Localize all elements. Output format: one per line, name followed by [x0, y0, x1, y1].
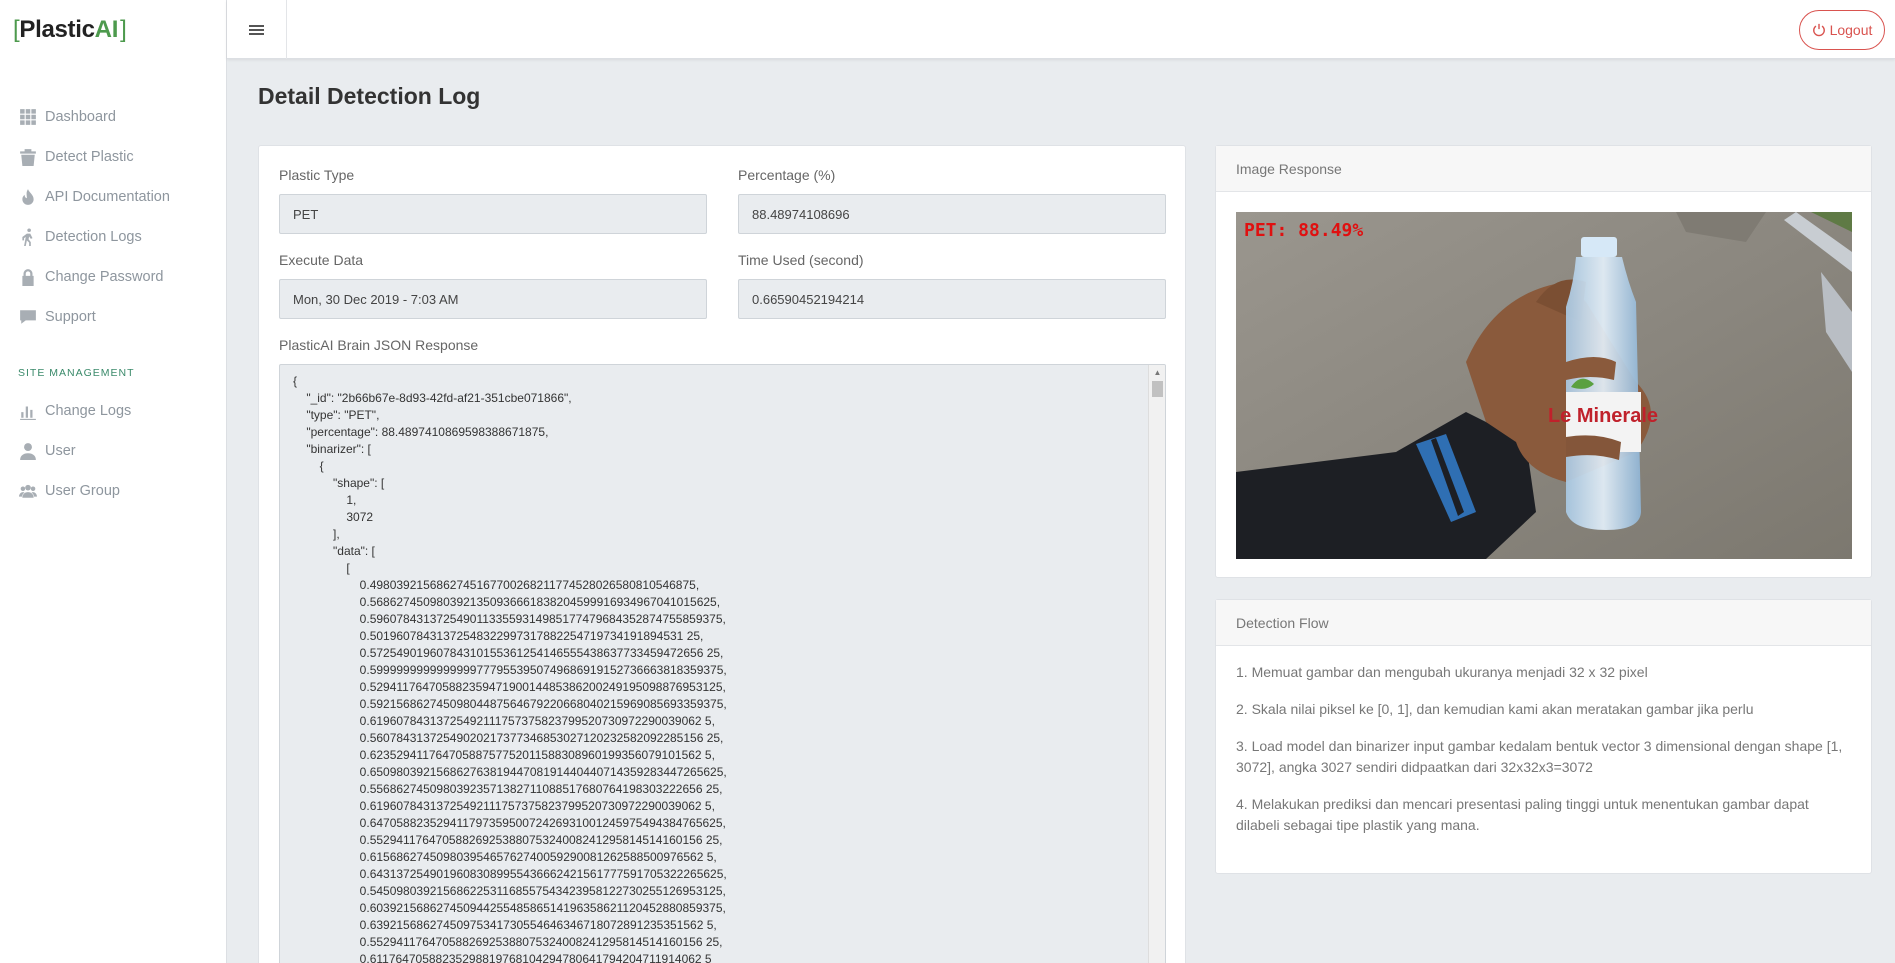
percentage-field[interactable]: 88.48974108696	[738, 194, 1166, 234]
scroll-up-icon[interactable]: ▲	[1149, 365, 1165, 379]
brand-ai: AI	[94, 15, 119, 43]
user-icon	[19, 442, 45, 460]
sidebar-item-user-group[interactable]: User Group	[0, 471, 226, 511]
sidebar-item-label: Support	[45, 309, 96, 325]
walking-icon	[19, 228, 45, 246]
execute-data-label: Execute Data	[279, 252, 364, 268]
comment-icon	[19, 308, 45, 326]
logout-label: Logout	[1829, 22, 1873, 38]
sidebar-item-label: API Documentation	[45, 189, 170, 205]
prediction-overlay: PET: 88.49%	[1244, 220, 1364, 241]
brand-bracket-close: ]	[120, 15, 127, 43]
scroll-thumb[interactable]	[1151, 381, 1163, 397]
image-response-title: Image Response	[1216, 146, 1871, 192]
sidebar-item-change-password[interactable]: Change Password	[0, 257, 226, 297]
sidebar-item-label: Detect Plastic	[45, 149, 134, 165]
execute-data-field[interactable]: Mon, 30 Dec 2019 - 7:03 AM	[279, 279, 707, 319]
topbar: Logout	[227, 0, 1895, 59]
sidebar: [ Plastic AI ] Dashboard Detect Plastic A…	[0, 0, 227, 963]
sidebar-item-dashboard[interactable]: Dashboard	[0, 97, 226, 137]
detection-flow-title: Detection Flow	[1216, 600, 1871, 646]
sidebar-item-detect-plastic[interactable]: Detect Plastic	[0, 137, 226, 177]
bar-chart-icon	[19, 402, 45, 420]
power-icon	[1812, 23, 1825, 37]
plastic-type-label: Plastic Type	[279, 167, 355, 183]
json-response-text: { "_id": "2b66b67e-8d93-42fd-af21-351cbe…	[293, 374, 727, 963]
bottle-brand-text: Le Minerale	[1548, 405, 1658, 427]
sidebar-item-user[interactable]: User	[0, 431, 226, 471]
users-icon	[19, 482, 45, 500]
flow-step: 2. Skala nilai piksel ke [0, 1], dan kem…	[1236, 701, 1754, 717]
sidebar-item-label: Change Password	[45, 269, 164, 285]
detection-detail-card: Plastic Type PET Percentage (%) 88.48974…	[258, 145, 1186, 963]
sidebar-item-label: Detection Logs	[45, 229, 142, 245]
sidebar-item-label: User	[45, 443, 76, 459]
flow-step: 3. Load model dan binarizer input gambar…	[1236, 738, 1843, 775]
sidebar-item-label: User Group	[45, 483, 120, 499]
brand-name: Plastic	[19, 15, 95, 43]
time-used-field[interactable]: 0.66590452194214	[738, 279, 1166, 319]
detection-flow-card: Detection Flow 1. Memuat gambar dan meng…	[1215, 599, 1872, 874]
image-response-card: Image Response Le Minerale PET: 88.49%	[1215, 145, 1872, 578]
json-response-textarea[interactable]: { "_id": "2b66b67e-8d93-42fd-af21-351cbe…	[279, 364, 1166, 963]
sidebar-item-change-logs[interactable]: Change Logs	[0, 391, 226, 431]
detection-photo: Le Minerale	[1236, 212, 1852, 559]
hamburger-icon	[249, 23, 264, 37]
sidebar-nav: Dashboard Detect Plastic API Documentati…	[0, 97, 226, 337]
sidebar-management-nav: Change Logs User User Group	[0, 391, 226, 511]
flow-step: 4. Melakukan prediksi dan mencari presen…	[1236, 796, 1809, 833]
sidebar-item-support[interactable]: Support	[0, 297, 226, 337]
percentage-label: Percentage (%)	[738, 167, 836, 183]
plastic-type-field[interactable]: PET	[279, 194, 707, 234]
json-scrollbar[interactable]: ▲	[1148, 365, 1165, 963]
page-title: Detail Detection Log	[258, 83, 481, 109]
time-used-label: Time Used (second)	[738, 252, 864, 268]
brand-logo[interactable]: [ Plastic AI ]	[0, 0, 226, 59]
menu-toggle-button[interactable]	[227, 0, 287, 59]
detection-image: Le Minerale PET: 88.49%	[1236, 212, 1852, 559]
lock-icon	[19, 268, 45, 286]
sidebar-item-api-documentation[interactable]: API Documentation	[0, 177, 226, 217]
flow-step: 1. Memuat gambar dan mengubah ukuranya m…	[1236, 664, 1648, 680]
json-response-label: PlasticAI Brain JSON Response	[279, 337, 479, 353]
trash-icon	[19, 148, 45, 166]
sidebar-item-label: Dashboard	[45, 109, 116, 125]
logout-button[interactable]: Logout	[1799, 10, 1885, 50]
fire-icon	[19, 188, 45, 206]
detection-flow-steps: 1. Memuat gambar dan mengubah ukuranya m…	[1216, 646, 1871, 868]
site-management-heading: SITE MANAGEMENT	[18, 367, 135, 379]
sidebar-item-detection-logs[interactable]: Detection Logs	[0, 217, 226, 257]
sidebar-item-label: Change Logs	[45, 403, 132, 419]
grid-icon	[19, 108, 45, 126]
